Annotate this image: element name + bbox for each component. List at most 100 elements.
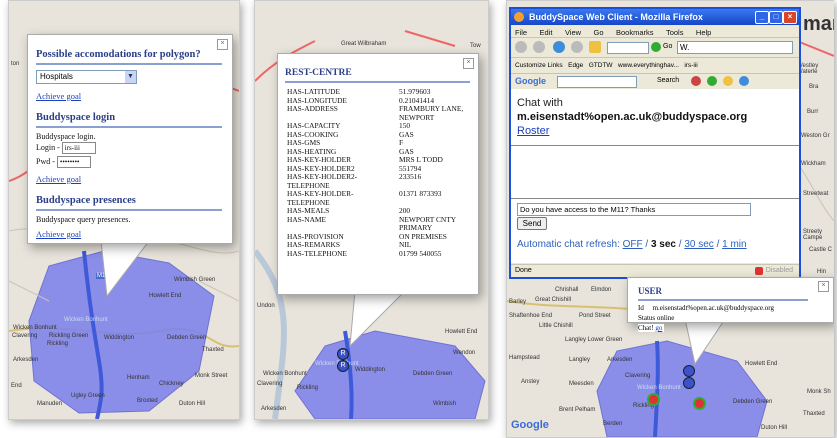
map-panel-chat: mant Westley Waterle Bra Burr Weston Gr … [506,0,834,438]
achieve-goal-link-3[interactable]: Achieve goal [36,229,81,239]
close-button[interactable]: × [783,11,797,24]
user-id-label: Id [638,304,644,312]
refresh-30sec-link[interactable]: 30 sec [684,239,713,250]
map-label-barley: Barley [509,299,527,305]
user-title: USER [638,286,808,301]
chevron-down-icon: ▼ [125,71,136,83]
close-icon[interactable]: × [818,281,829,292]
refresh-off-link[interactable]: OFF [623,239,643,250]
map-label-rickling: Rickling [47,341,69,347]
menu-edit[interactable]: Edit [540,28,553,37]
go-icon[interactable] [651,42,661,52]
chat-user: m.eisenstadt%open.ac.uk@buddyspace.org [517,111,748,123]
map-label-henham: Henham [127,375,150,381]
rest-centre-row: HAS-KEY-HOLDER-TELEPHONE 01371 873393 [285,189,470,207]
status-disabled: Disabled [765,267,793,274]
map-label-pond-street: Pond Street [579,313,611,319]
rest-centre-balloon: × REST-CENTRE HAS-LATITUDE 51.979603 HAS-L… [277,53,479,295]
map-marker-2[interactable] [683,377,695,389]
back-icon[interactable] [515,41,527,53]
bookmark-customize-links[interactable]: Customize Links [515,62,563,69]
maximize-button[interactable]: □ [769,11,783,24]
password-input[interactable]: •••••••• [56,156,91,168]
map-label-clavering: Clavering [257,381,283,387]
status-done: Done [515,267,532,274]
rest-centre-key: HAS-ADDRESS [287,104,338,114]
accommodation-type-select[interactable]: Hospitals ▼ [36,70,137,84]
map-label-ugley: Ugley Green [71,393,105,399]
forward-icon[interactable] [533,41,545,53]
menu-help[interactable]: Help [696,28,711,37]
bookmark-gtdtw[interactable]: GTDTW [589,62,613,69]
window-titlebar: BuddySpace Web Client - Mozilla Firefox … [511,9,799,25]
map-label-wicken: Wicken Bonhunt [637,385,681,391]
map-label-widdington: Widdington [355,367,386,373]
menu-bookmarks[interactable]: Bookmarks [616,28,654,37]
toolbar-icon-4[interactable] [739,76,749,86]
map-marker-red-2[interactable] [693,397,706,410]
google-search-button[interactable]: Search [657,77,679,84]
home-icon[interactable] [589,41,601,53]
bookmark-everythinghav[interactable]: www.everythinghav... [618,62,679,69]
bookmark-edge[interactable]: Edge [568,62,583,69]
map-marker-red-1[interactable] [647,393,660,406]
history-dropdown[interactable] [607,42,649,54]
map-label-berden: Berden [603,421,623,427]
url-input[interactable]: W. [677,41,793,54]
map-label-anstey: Anstey [521,379,540,385]
menu-tools[interactable]: Tools [666,28,684,37]
map-label-tow: Tow [470,43,481,49]
map-label-broxted: Broxted [137,398,158,404]
google-toolbar: Google Search [511,74,799,90]
achieve-goal-link-1[interactable]: Achieve goal [36,91,81,101]
chat-refresh-row: Automatic chat refresh: OFF / 3 sec / 30… [517,239,747,250]
achieve-goal-link-2[interactable]: Achieve goal [36,174,81,184]
map-label-wicken: Wicken Bonhunt [263,371,307,377]
map-label-hampstead: Hampstead [509,355,540,361]
menu-view[interactable]: View [565,28,581,37]
map-label-castle: Castle C [809,247,833,253]
pwd-label: Pwd - [36,156,55,166]
window-title: BuddySpace Web Client - Mozilla Firefox [529,12,703,22]
map-title-fragment: mant [803,13,834,35]
send-button[interactable]: Send [517,217,547,230]
message-input[interactable]: Do you have access to the M11? Thanks [517,203,751,216]
roster-link[interactable]: Roster [517,125,549,137]
map-label-elmdon: Elmdon [591,287,612,293]
reload-icon[interactable] [553,41,565,53]
map-label-duton: Duton Hill [761,425,788,431]
balloon-tail [100,241,150,298]
map-marker-r2[interactable]: R [337,360,349,372]
login-input[interactable]: irs-iii [61,142,96,154]
menu-file[interactable]: File [515,28,527,37]
map-label-duton: Duton Hill [179,401,206,407]
firefox-window: BuddySpace Web Client - Mozilla Firefox … [509,7,801,279]
toolbar-icon-2[interactable] [707,76,717,86]
user-chat-go-link[interactable]: go [655,324,662,332]
refresh-label: Automatic chat refresh: [517,239,620,250]
map-label-chickney: Chickney [159,381,184,387]
rest-centre-key: HAS-KEY-HOLDER2-TELEPHONE [287,172,358,190]
bookmark-irs-iii[interactable]: irs-iii [684,62,697,69]
stop-icon[interactable] [571,41,583,53]
map-label-thaxted: Thaxted [202,347,224,353]
menu-go[interactable]: Go [594,28,604,37]
minimize-button[interactable]: _ [755,11,769,24]
user-status-value: online [656,314,675,322]
map-label-wenden: Wendon [453,350,476,356]
map-label-debden: Debden Green [733,399,773,405]
popup-blocked-icon[interactable] [755,267,763,275]
map-label-arkesden: Arkesden [261,406,287,412]
map-label-weston: Weston Gr [801,133,830,139]
map-label-wimbish: Wimbish [433,401,457,407]
user-chat-label: Chat! [638,324,654,332]
rest-centre-title: REST-CENTRE [285,68,470,83]
map-label-rickling: Rickling [297,385,319,391]
toolbar-icon-1[interactable] [691,76,701,86]
refresh-1min-link[interactable]: 1 min [722,239,746,250]
go-label[interactable]: Go [663,43,672,50]
toolbar-icon-3[interactable] [723,76,733,86]
google-search-input[interactable] [557,76,637,88]
google-logo: Google [511,419,549,431]
menu-bar: File Edit View Go Bookmarks Tools Help [511,25,799,38]
